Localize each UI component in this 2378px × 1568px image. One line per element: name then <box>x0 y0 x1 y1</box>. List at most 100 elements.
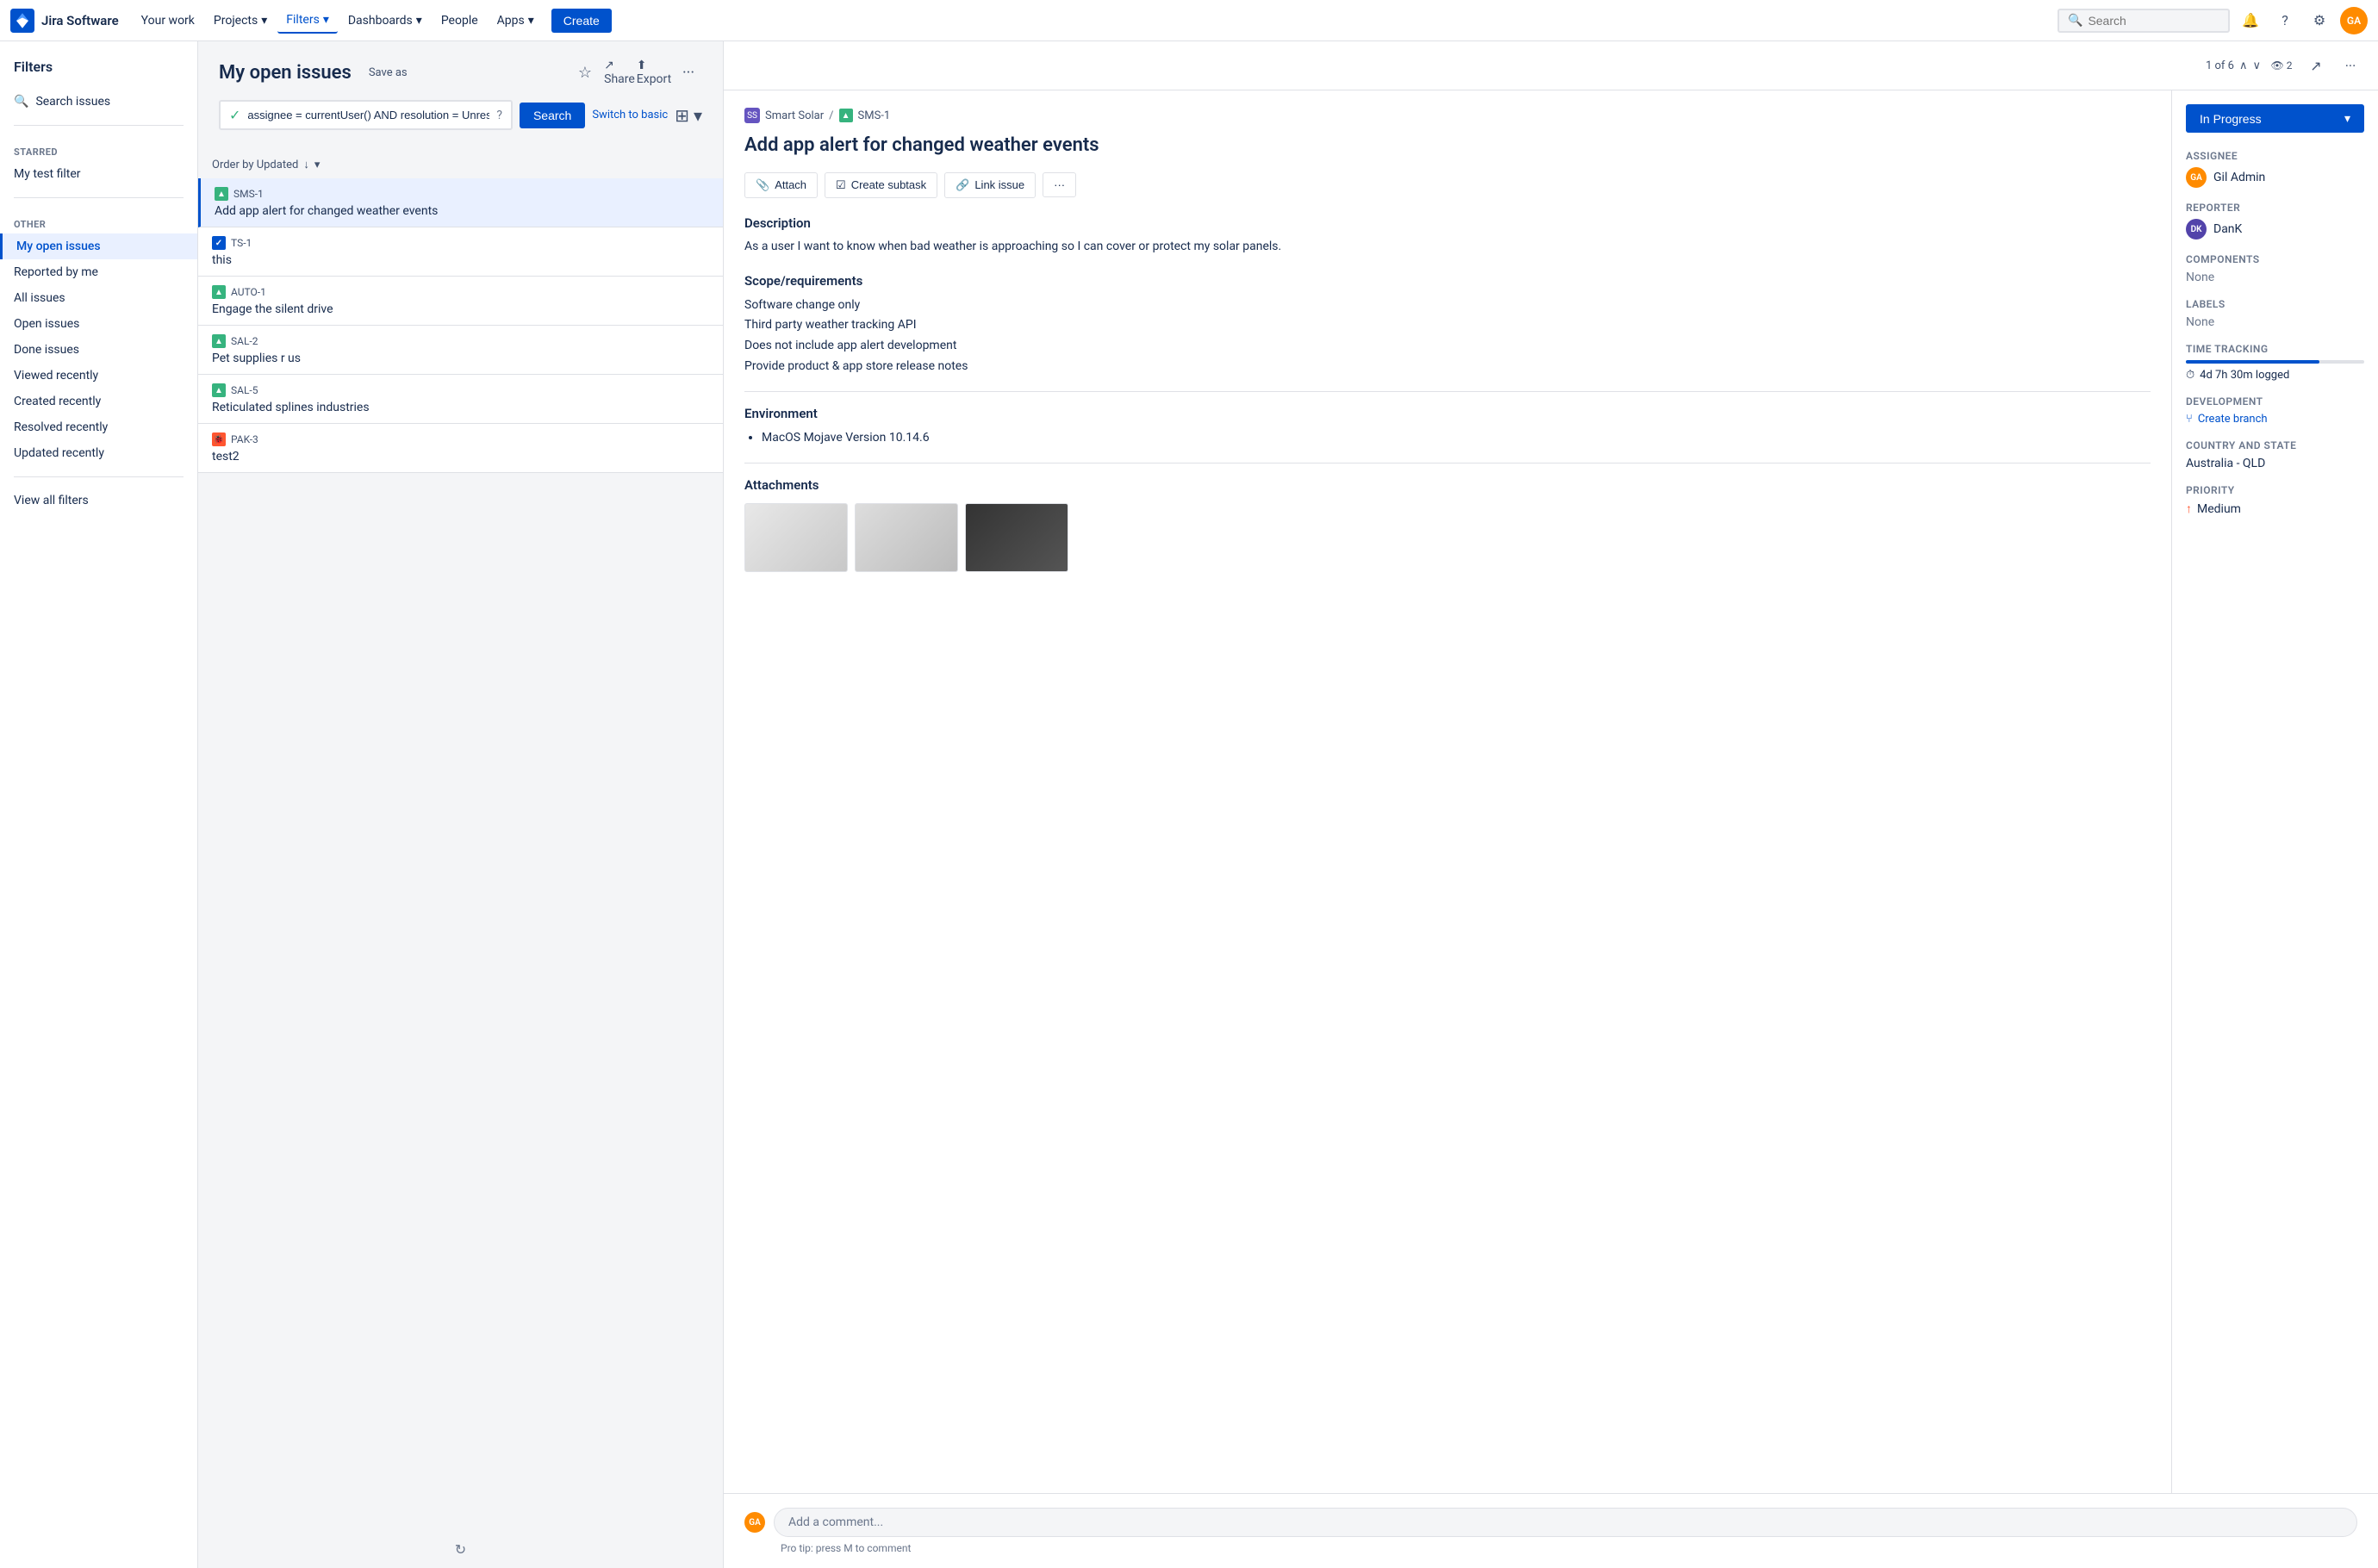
time-tracking-fill <box>2186 360 2319 364</box>
issue-title: Add app alert for changed weather events <box>215 204 709 218</box>
check-icon: ✓ <box>229 107 240 123</box>
description-title: Description <box>744 215 2151 231</box>
more-options-icon[interactable]: ··· <box>675 59 702 86</box>
attachment-thumb[interactable] <box>744 503 848 572</box>
pagination: 1 of 6 ∧ ∨ <box>2206 59 2261 72</box>
switch-basic-button[interactable]: Switch to basic <box>592 109 668 121</box>
nav-apps[interactable]: Apps ▾ <box>489 9 543 33</box>
issue-title: test2 <box>212 450 709 464</box>
search-button[interactable]: Search <box>520 103 585 128</box>
comment-input[interactable]: Add a comment... <box>774 1508 2357 1537</box>
divider <box>14 476 184 477</box>
link-issue-button[interactable]: 🔗 Link issue <box>944 172 1036 198</box>
nav-your-work[interactable]: Your work <box>133 9 203 33</box>
table-row[interactable]: ▲ SAL-2 Pet supplies r us <box>198 326 723 375</box>
settings-button[interactable]: ⚙ <box>2306 7 2333 34</box>
search-input[interactable] <box>2088 14 2208 28</box>
nav-filters[interactable]: Filters ▾ <box>277 8 338 34</box>
attachment-thumb[interactable] <box>855 503 958 572</box>
nav-people[interactable]: People <box>433 9 487 33</box>
table-row[interactable]: ▲ SMS-1 Add app alert for changed weathe… <box>198 178 723 227</box>
issues-title-row: My open issues Save as ☆ ↗ Share ⬆ Expor… <box>219 59 702 86</box>
labels-label: Labels <box>2186 298 2364 310</box>
breadcrumb: SS Smart Solar / ▲ SMS-1 <box>744 108 2151 123</box>
attachment-thumb[interactable] <box>965 503 1068 572</box>
status-button[interactable]: In Progress ▾ <box>2186 104 2364 133</box>
attach-button[interactable]: 📎 Attach <box>744 172 818 198</box>
project-icon: SS <box>744 108 760 123</box>
next-icon[interactable]: ∨ <box>2252 59 2261 72</box>
star-icon[interactable]: ☆ <box>571 59 599 86</box>
issue-item-header: ✓ TS-1 <box>212 236 709 250</box>
create-button[interactable]: Create <box>551 9 612 33</box>
create-subtask-button[interactable]: ☑ Create subtask <box>825 172 937 198</box>
sidebar-item-viewed-recently[interactable]: Viewed recently <box>0 363 197 389</box>
order-row[interactable]: Order by Updated ↓ ▾ <box>198 151 723 178</box>
query-input-wrapper[interactable]: ✓ ? <box>219 100 513 130</box>
sidebar-item-created-recently[interactable]: Created recently <box>0 389 197 414</box>
order-by-label: Order by Updated <box>212 159 298 171</box>
breadcrumb-project[interactable]: SS Smart Solar <box>744 108 824 123</box>
breadcrumb-issue-key[interactable]: ▲ SMS-1 <box>839 109 891 122</box>
detail-top: 1 of 6 ∧ ∨ 👁 2 ↗ ··· <box>724 41 2378 90</box>
notifications-button[interactable]: 🔔 <box>2237 7 2264 34</box>
assignee-value: GA Gil Admin <box>2186 167 2364 188</box>
sidebar-item-resolved-recently[interactable]: Resolved recently <box>0 414 197 440</box>
list-item: Software change only <box>744 296 2151 316</box>
attach-icon: 📎 <box>756 178 769 192</box>
user-avatar[interactable]: GA <box>2340 7 2368 34</box>
sidebar-item-my-open-issues[interactable]: My open issues <box>0 233 197 259</box>
issue-key: SAL-2 <box>231 335 258 347</box>
refresh-icon[interactable]: ↻ <box>455 1541 466 1558</box>
save-as-button[interactable]: Save as <box>362 63 414 83</box>
sidebar-item-updated-recently[interactable]: Updated recently <box>0 440 197 466</box>
assignee-section: Assignee GA Gil Admin <box>2186 150 2364 188</box>
create-branch-button[interactable]: ⑂ Create branch <box>2186 413 2364 426</box>
help-button[interactable]: ? <box>2271 7 2299 34</box>
nav-projects[interactable]: Projects ▾ <box>205 9 276 33</box>
attachments-row <box>744 503 2151 572</box>
sidebar-item-my-test-filter[interactable]: My test filter <box>0 161 197 187</box>
table-row[interactable]: 🐞 PAK-3 test2 <box>198 424 723 473</box>
more-detail-button[interactable]: ··· <box>2337 52 2364 79</box>
issue-type-icon: ▲ <box>215 187 228 201</box>
refresh-row: ↻ <box>198 1531 723 1568</box>
sidebar-item-all-issues[interactable]: All issues <box>0 285 197 311</box>
env-list: MacOS Mojave Version 10.14.6 <box>744 428 2151 449</box>
view-toggle[interactable]: ⊞ ▾ <box>675 105 702 126</box>
pro-tip: Pro tip: press M to comment <box>781 1542 2357 1554</box>
divider <box>744 463 2151 464</box>
issue-detail: SS Smart Solar / ▲ SMS-1 Add app alert f… <box>724 90 2171 1493</box>
more-actions-button[interactable]: ··· <box>1043 172 1076 197</box>
detail-main: SS Smart Solar / ▲ SMS-1 Add app alert f… <box>724 90 2378 1493</box>
sidebar-item-reported-by-me[interactable]: Reported by me <box>0 259 197 285</box>
share-detail-button[interactable]: ↗ <box>2302 52 2330 79</box>
share-icon[interactable]: ↗ Share <box>606 59 633 86</box>
issue-title: Pet supplies r us <box>212 352 709 365</box>
table-row[interactable]: ▲ AUTO-1 Engage the silent drive <box>198 277 723 326</box>
sidebar-item-view-all-filters[interactable]: View all filters <box>0 488 197 513</box>
divider <box>14 197 184 198</box>
table-row[interactable]: ▲ SAL-5 Reticulated splines industries <box>198 375 723 424</box>
search-box[interactable]: 🔍 <box>2057 9 2230 33</box>
query-input[interactable] <box>247 109 489 121</box>
prev-icon[interactable]: ∧ <box>2239 59 2248 72</box>
help-icon[interactable]: ? <box>496 109 502 122</box>
nav-dashboards[interactable]: Dashboards ▾ <box>339 9 431 33</box>
table-row[interactable]: ✓ TS-1 this <box>198 227 723 277</box>
watch-button[interactable]: 👁 2 <box>2268 52 2295 79</box>
priority-section: Priority ↑ Medium <box>2186 484 2364 516</box>
issue-type-icon: ▲ <box>212 334 226 348</box>
reporter-avatar: DK <box>2186 219 2207 240</box>
sidebar-item-done-issues[interactable]: Done issues <box>0 337 197 363</box>
chevron-down-icon: ▾ <box>261 14 267 28</box>
list-item: MacOS Mojave Version 10.14.6 <box>762 428 2151 449</box>
issue-key: PAK-3 <box>231 433 258 445</box>
breadcrumb-divider: / <box>829 109 833 122</box>
logo[interactable]: Jira Software <box>10 9 119 33</box>
export-icon[interactable]: ⬆ Export <box>640 59 668 86</box>
sidebar-item-open-issues[interactable]: Open issues <box>0 311 197 337</box>
priority-value: ↑ Medium <box>2186 501 2364 516</box>
sidebar-item-search-issues[interactable]: 🔍 Search issues <box>0 89 197 115</box>
components-value: None <box>2186 271 2364 284</box>
